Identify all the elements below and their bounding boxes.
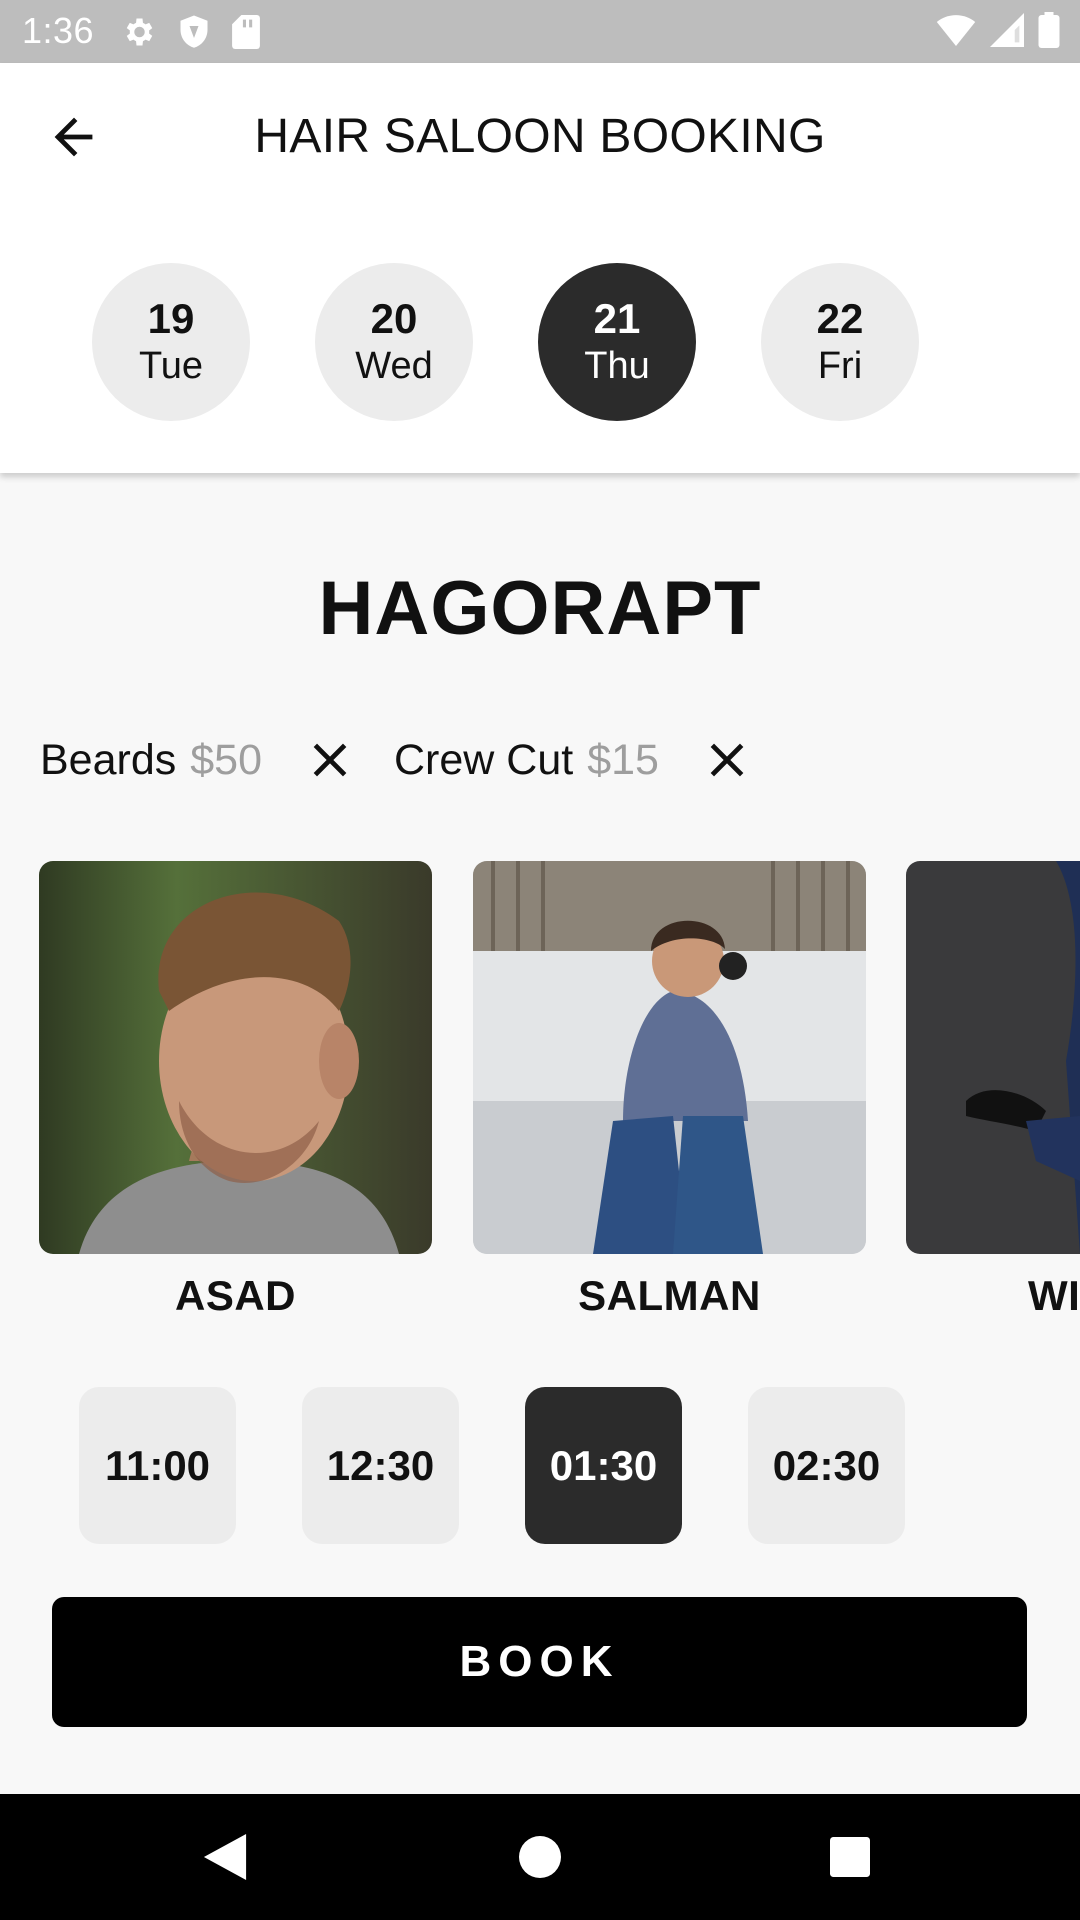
time-slot-0130-selected[interactable]: 01:30 [525,1387,682,1544]
service-price: $15 [587,735,659,784]
date-item-19[interactable]: 19 Tue [92,263,250,421]
home-circle-icon [519,1836,561,1878]
stylist-name: SALMAN [578,1272,761,1319]
service-chip-crew-cut: Crew Cut $15 [394,733,659,787]
time-slot-1230[interactable]: 12:30 [302,1387,459,1544]
status-bar: 1:36 [0,0,1080,63]
date-number: 20 [370,295,418,342]
stylist-name: WI [1028,1272,1080,1319]
nav-home-button[interactable] [505,1822,575,1892]
date-item-22[interactable]: 22 Fri [761,263,919,421]
stylist-name: ASAD [174,1272,296,1319]
date-number: 21 [593,295,641,342]
status-time: 1:36 [22,10,95,51]
remove-service-button[interactable] [305,735,355,785]
service-chip-beards: Beards $50 [40,733,262,787]
status-icons-left [120,14,260,55]
time-slot-0230[interactable]: 02:30 [748,1387,905,1544]
remove-service-button[interactable] [702,735,752,785]
system-nav-bar [0,1794,1080,1920]
wifi-icon [936,14,976,51]
sd-card-icon [232,15,260,54]
date-item-21-selected[interactable]: 21 Thu [538,263,696,421]
header: HAIR SALOON BOOKING 19 Tue 20 Wed 21 Thu… [0,63,1080,473]
signal-icon [990,13,1024,52]
nav-recents-button[interactable] [815,1822,885,1892]
stylist-photo-asad[interactable] [39,861,432,1254]
date-weekday: Fri [817,345,863,387]
date-weekday: Wed [355,345,433,387]
date-number: 22 [816,295,864,342]
service-name: Beards [40,735,177,784]
status-icons-right [936,12,1060,53]
stylist-photo-third[interactable] [906,861,1080,1254]
shield-icon [178,14,210,55]
date-number: 19 [147,295,195,342]
date-weekday: Tue [138,345,204,387]
service-name: Crew Cut [394,735,574,784]
time-slot-1100[interactable]: 11:00 [79,1387,236,1544]
date-weekday: Thu [584,345,650,387]
page-title: HAIR SALOON BOOKING [254,110,826,163]
service-price: $50 [190,735,262,784]
back-triangle-icon [203,1834,247,1880]
salon-name: HAGORAPT [318,566,762,651]
screen: 1:36 HAIR SALOON BOOKING 19 Tue 20 Wed 2… [0,0,1080,1920]
close-icon [313,743,347,777]
nav-back-button[interactable] [190,1822,260,1892]
close-icon [710,743,744,777]
recents-square-icon [830,1837,870,1877]
date-item-20[interactable]: 20 Wed [315,263,473,421]
stylist-photo-salman[interactable] [473,861,866,1254]
gear-icon [120,14,156,55]
book-button[interactable]: BOOK [52,1597,1027,1727]
battery-icon [1038,12,1060,53]
